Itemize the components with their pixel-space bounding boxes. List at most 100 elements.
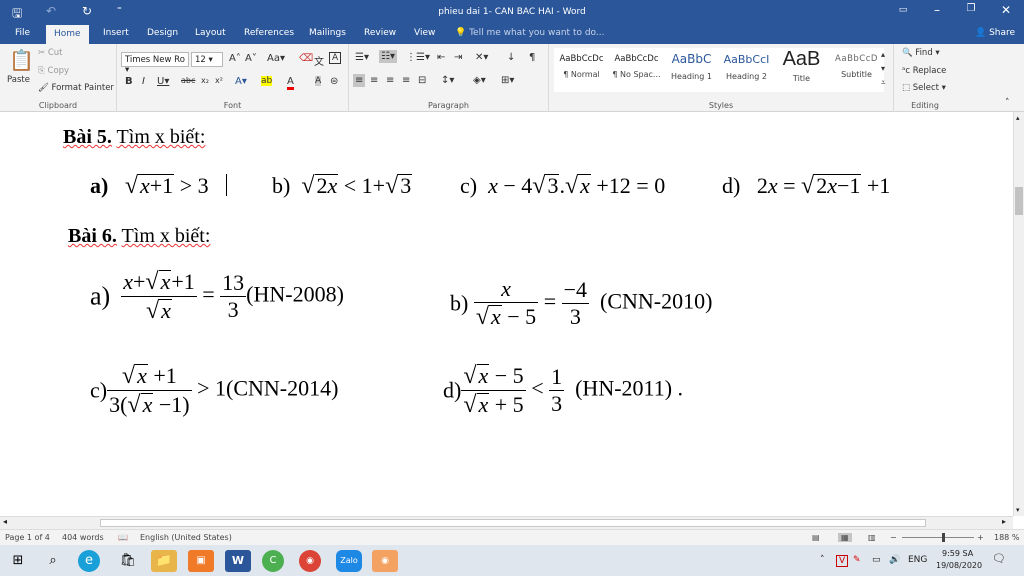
- share-button[interactable]: 👤 Share: [975, 28, 1015, 38]
- paste-button[interactable]: Paste: [7, 75, 30, 85]
- vertical-scrollbar[interactable]: ▴ ▾: [1013, 112, 1024, 516]
- highlight-color-icon[interactable]: ab: [261, 76, 273, 86]
- character-border-icon[interactable]: A: [329, 52, 342, 64]
- superscript-icon[interactable]: x²: [215, 76, 223, 85]
- font-size-box[interactable]: 12 ▾: [191, 52, 223, 67]
- style-title[interactable]: AaB Title: [774, 48, 829, 92]
- decrease-indent-icon[interactable]: ⇤: [437, 52, 445, 63]
- print-layout-icon[interactable]: ▦: [838, 533, 852, 542]
- horizontal-scrollbar[interactable]: ◂ ▸: [0, 516, 1013, 529]
- web-layout-icon[interactable]: ▥: [868, 533, 876, 542]
- search-icon[interactable]: ⌕: [40, 550, 66, 572]
- tell-me-search[interactable]: 💡 Tell me what you want to do...: [455, 28, 605, 38]
- grow-font-icon[interactable]: A˄: [229, 53, 241, 64]
- style-normal[interactable]: AaBbCcDc ¶ Normal: [554, 48, 609, 92]
- read-mode-icon[interactable]: ▤: [812, 533, 820, 542]
- borders-icon[interactable]: ⊞▾: [501, 75, 514, 86]
- tray-overflow-icon[interactable]: ˄: [820, 555, 825, 565]
- numbering-icon[interactable]: ☷▾: [379, 50, 397, 63]
- subscript-icon[interactable]: x₂: [201, 76, 209, 85]
- show-formatting-icon[interactable]: ¶: [529, 52, 535, 63]
- edge-icon[interactable]: e: [78, 550, 100, 572]
- word-taskbar-icon[interactable]: W: [225, 550, 251, 572]
- tab-file[interactable]: File: [15, 28, 30, 38]
- styles-scroll-up-icon[interactable]: ▴: [881, 50, 885, 59]
- sort-icon[interactable]: ↓: [507, 52, 515, 63]
- restore-icon[interactable]: ❐: [956, 3, 986, 14]
- proofing-icon[interactable]: 📖: [118, 533, 128, 542]
- shrink-font-icon[interactable]: A˅: [245, 53, 257, 64]
- notifications-icon[interactable]: 🗨: [992, 552, 1006, 565]
- vertical-scroll-thumb[interactable]: [1015, 187, 1023, 215]
- coccoc-icon[interactable]: C: [262, 550, 284, 572]
- clear-formatting-icon[interactable]: ⌫: [299, 53, 313, 64]
- zoom-level[interactable]: 188 %: [994, 533, 1019, 542]
- underline-icon[interactable]: U▾: [157, 76, 169, 87]
- zoom-slider-thumb[interactable]: [942, 533, 945, 542]
- distributed-icon[interactable]: ⊟: [418, 75, 426, 86]
- tray-language[interactable]: ENG: [908, 555, 927, 565]
- text-effects-icon[interactable]: A▾: [235, 76, 247, 87]
- enclose-characters-icon[interactable]: ⊜: [330, 76, 338, 87]
- multilevel-list-icon[interactable]: ⋮☰▾: [406, 52, 430, 63]
- find-button[interactable]: 🔍 Find ▾: [902, 48, 940, 58]
- change-case-icon[interactable]: Aa▾: [267, 53, 285, 64]
- font-family-box[interactable]: Times New Ro ▾: [121, 52, 189, 75]
- justify-icon[interactable]: ≡: [402, 75, 410, 86]
- clock-time[interactable]: 9:59 SA: [942, 549, 973, 558]
- style-heading-2[interactable]: AaBbCcI Heading 2: [719, 48, 774, 92]
- scroll-up-icon[interactable]: ▴: [1016, 114, 1020, 122]
- tab-review[interactable]: Review: [364, 28, 396, 38]
- tab-references[interactable]: References: [244, 28, 294, 38]
- font-color-icon[interactable]: A: [287, 76, 294, 90]
- format-painter-button[interactable]: 🖌 Format Painter: [38, 83, 114, 93]
- zoom-out-icon[interactable]: −: [890, 533, 897, 542]
- close-icon[interactable]: ✕: [991, 3, 1021, 17]
- ribbon-display-options-icon[interactable]: ▭: [888, 5, 918, 15]
- bold-icon[interactable]: B: [125, 76, 133, 87]
- minimize-icon[interactable]: –: [922, 3, 952, 17]
- align-right-icon[interactable]: ≡: [386, 75, 394, 86]
- document-page[interactable]: Bài 5. Tìm x biết: a) √x+1 > 3 b) √2x < …: [0, 112, 1013, 516]
- align-left-icon[interactable]: ≡: [353, 74, 366, 87]
- tab-mailings[interactable]: Mailings: [309, 28, 346, 38]
- tab-layout[interactable]: Layout: [195, 28, 226, 38]
- file-explorer-icon[interactable]: 📁: [151, 550, 177, 572]
- zoom-in-icon[interactable]: +: [977, 533, 984, 542]
- clock-date[interactable]: 19/08/2020: [936, 561, 982, 570]
- replace-button[interactable]: ᵃc Replace: [902, 66, 946, 76]
- style-subtitle[interactable]: AaBbCcD Subtitle: [829, 48, 884, 92]
- copy-button[interactable]: ⎘ Copy: [38, 66, 69, 76]
- collapse-ribbon-icon[interactable]: ˄: [1005, 98, 1010, 108]
- style-heading-1[interactable]: AaBbC Heading 1: [664, 48, 719, 92]
- start-windows-icon[interactable]: ⊞: [5, 550, 31, 572]
- tab-design[interactable]: Design: [147, 28, 178, 38]
- store-icon[interactable]: 🛍: [115, 550, 141, 572]
- network-icon[interactable]: ▭: [872, 555, 881, 565]
- chrome-icon[interactable]: ◉: [299, 550, 321, 572]
- horizontal-scroll-thumb[interactable]: [100, 519, 926, 527]
- paste-icon[interactable]: 📋: [9, 48, 34, 72]
- scroll-right-icon[interactable]: ▸: [1002, 517, 1006, 526]
- character-shading-icon[interactable]: A: [315, 76, 322, 86]
- shading-icon[interactable]: ◈▾: [473, 75, 486, 86]
- select-button[interactable]: ⬚ Select ▾: [902, 83, 946, 93]
- zalo-icon[interactable]: Zalo: [336, 550, 362, 572]
- cut-button[interactable]: ✂ Cut: [38, 48, 62, 58]
- strikethrough-icon[interactable]: abc: [181, 76, 195, 85]
- page-count[interactable]: Page 1 of 4: [5, 533, 50, 542]
- italic-icon[interactable]: I: [142, 76, 145, 87]
- tray-v-icon[interactable]: V: [836, 555, 849, 567]
- app-orange-icon[interactable]: ▣: [188, 550, 214, 572]
- increase-indent-icon[interactable]: ⇥: [454, 52, 462, 63]
- chrome-alt-icon[interactable]: ◉: [372, 550, 398, 572]
- tab-view[interactable]: View: [414, 28, 435, 38]
- asian-layout-icon[interactable]: ✕▾: [475, 52, 488, 63]
- style-no-spacing[interactable]: AaBbCcDc ¶ No Spac...: [609, 48, 664, 92]
- tray-app-icon[interactable]: ✎: [853, 555, 861, 565]
- styles-scroll-down-icon[interactable]: ▾: [881, 64, 885, 73]
- volume-icon[interactable]: 🔊: [889, 555, 900, 565]
- phonetic-guide-icon[interactable]: 文: [314, 53, 324, 68]
- styles-more-icon[interactable]: ⩡: [881, 78, 886, 88]
- scroll-down-icon[interactable]: ▾: [1016, 506, 1020, 514]
